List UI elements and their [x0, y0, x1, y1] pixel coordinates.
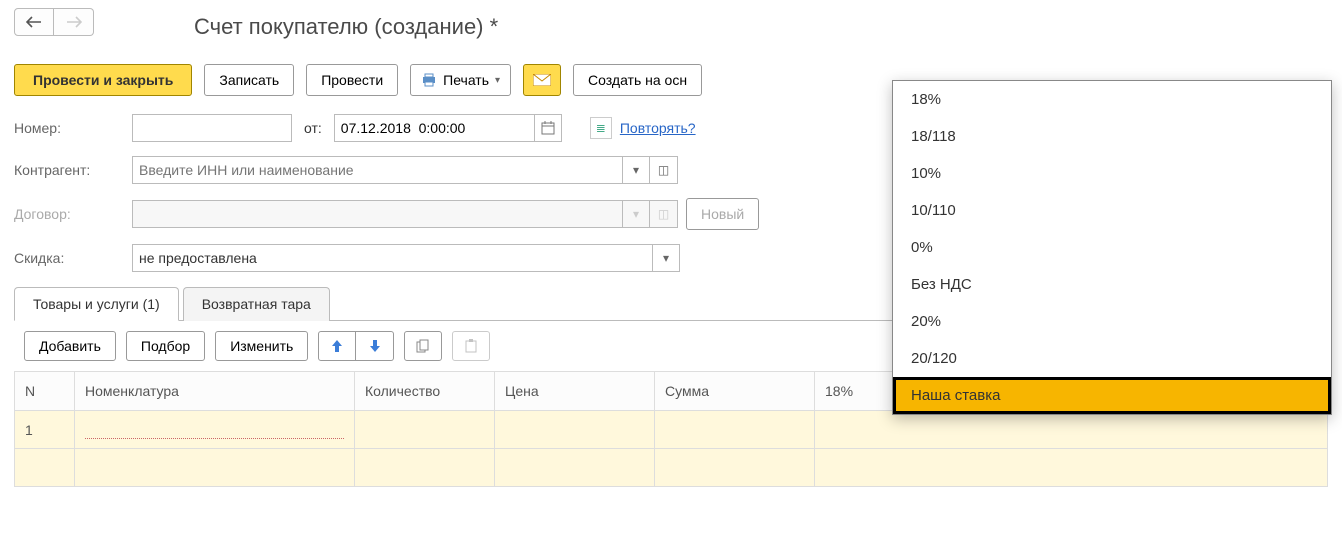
new-contract-button[interactable]: Новый	[686, 198, 759, 230]
vat-option[interactable]: Наша ставка	[893, 377, 1331, 414]
printer-icon	[421, 73, 437, 87]
counterparty-input[interactable]	[132, 156, 622, 184]
label-counterparty: Контрагент:	[14, 162, 124, 178]
repeat-link[interactable]: Повторять?	[620, 120, 696, 136]
copy-button[interactable]	[404, 331, 442, 361]
table-row[interactable]: 1	[15, 411, 1328, 449]
label-discount: Скидка:	[14, 250, 124, 266]
create-based-button[interactable]: Создать на осн	[573, 64, 702, 96]
save-button[interactable]: Записать	[204, 64, 294, 96]
contract-dropdown-button: ▾	[622, 200, 650, 228]
move-down-button[interactable]	[356, 331, 394, 361]
paste-button	[452, 331, 490, 361]
discount-dropdown-button[interactable]: ▾	[652, 244, 680, 272]
post-button[interactable]: Провести	[306, 64, 398, 96]
tab-goods[interactable]: Товары и услуги (1)	[14, 287, 179, 321]
calendar-icon	[541, 121, 555, 135]
cell-vat[interactable]	[815, 411, 1328, 449]
tab-tare[interactable]: Возвратная тара	[183, 287, 330, 321]
cell-price[interactable]	[495, 411, 655, 449]
vat-dropdown-panel: 18%18/11810%10/1100%Без НДС20%20/120Наша…	[892, 80, 1332, 415]
post-and-close-button[interactable]: Провести и закрыть	[14, 64, 192, 96]
print-button[interactable]: Печать ▾	[410, 64, 511, 96]
label-contract: Договор:	[14, 206, 124, 222]
chevron-down-icon: ▾	[495, 75, 500, 86]
forward-button[interactable]	[54, 8, 94, 36]
col-sum[interactable]: Сумма	[655, 372, 815, 411]
label-number: Номер:	[14, 120, 124, 136]
pick-button[interactable]: Подбор	[126, 331, 205, 361]
calendar-button[interactable]	[534, 114, 562, 142]
vat-option[interactable]: 20/120	[893, 340, 1331, 377]
col-nomenclature[interactable]: Номенклатура	[75, 372, 355, 411]
cell-n[interactable]: 1	[15, 411, 75, 449]
vat-option[interactable]: 10/110	[893, 192, 1331, 229]
mail-button[interactable]	[523, 64, 561, 96]
col-n[interactable]: N	[15, 372, 75, 411]
date-input[interactable]	[334, 114, 534, 142]
date-group	[334, 114, 562, 142]
vat-option[interactable]: 20%	[893, 303, 1331, 340]
table-row-empty	[15, 449, 1328, 487]
number-input[interactable]	[132, 114, 292, 142]
vat-option[interactable]: 18/118	[893, 118, 1331, 155]
create-based-label: Создать на осн	[588, 72, 687, 88]
back-button[interactable]	[14, 8, 54, 36]
vat-option[interactable]: 18%	[893, 81, 1331, 118]
vat-value: 18%	[825, 383, 853, 399]
move-up-button[interactable]	[318, 331, 356, 361]
arrow-up-icon	[331, 339, 343, 353]
label-from: от:	[304, 120, 322, 136]
contract-open-button: ◫	[650, 200, 678, 228]
copy-icon	[416, 339, 430, 353]
print-label: Печать	[443, 72, 489, 88]
vat-option[interactable]: Без НДС	[893, 266, 1331, 303]
col-qty[interactable]: Количество	[355, 372, 495, 411]
cell-sum[interactable]	[655, 411, 815, 449]
contract-group: ▾ ◫	[132, 200, 678, 228]
title-bar: Счет покупателю (создание) *	[14, 8, 1328, 46]
contract-input	[132, 200, 622, 228]
cell-qty[interactable]	[355, 411, 495, 449]
col-price[interactable]: Цена	[495, 372, 655, 411]
vat-option[interactable]: 0%	[893, 229, 1331, 266]
paste-icon	[464, 339, 478, 353]
nav-buttons	[14, 8, 94, 36]
vat-option[interactable]: 10%	[893, 155, 1331, 192]
add-button[interactable]: Добавить	[24, 331, 116, 361]
envelope-icon	[533, 74, 551, 86]
counterparty-open-button[interactable]: ◫	[650, 156, 678, 184]
arrow-down-icon	[369, 339, 381, 353]
cell-nomenclature[interactable]	[75, 411, 355, 449]
chevron-down-icon: ▾	[663, 251, 669, 265]
edit-button[interactable]: Изменить	[215, 331, 308, 361]
doc-icon[interactable]: ≣	[590, 117, 612, 139]
open-icon: ◫	[658, 163, 669, 177]
counterparty-dropdown-button[interactable]: ▾	[622, 156, 650, 184]
chevron-down-icon: ▾	[633, 163, 639, 177]
counterparty-group: ▾ ◫	[132, 156, 678, 184]
page-title: Счет покупателю (создание) *	[194, 14, 498, 40]
discount-group: не предоставлена ▾	[132, 244, 680, 272]
discount-value[interactable]: не предоставлена	[132, 244, 652, 272]
